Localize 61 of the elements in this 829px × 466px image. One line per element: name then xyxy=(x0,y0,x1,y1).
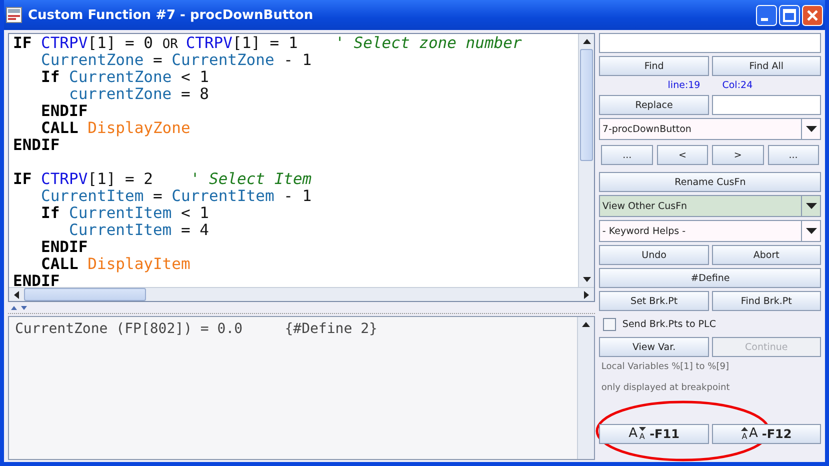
scroll-down-icon[interactable] xyxy=(582,277,591,282)
panel-button[interactable]: Find All xyxy=(712,56,822,76)
code-line: If CurrentItem < 1 xyxy=(40,205,209,222)
code-line: ENDIF xyxy=(40,239,88,256)
code-editor[interactable] xyxy=(8,33,596,302)
triangle-up-icon xyxy=(740,427,748,431)
replace-field[interactable] xyxy=(712,95,822,115)
code-line: CurrentItem = CurrentItem - 1 xyxy=(40,188,312,205)
dropdown-arrow-icon xyxy=(806,126,816,132)
dropdown-arrow-icon xyxy=(806,203,816,209)
panel-button[interactable]: View Var. xyxy=(599,337,709,357)
column-indicator: Col:24 xyxy=(722,80,753,91)
vertical-scrollbar[interactable] xyxy=(577,317,594,459)
scroll-left-icon[interactable] xyxy=(14,290,19,298)
code-line: If CurrentZone < 1 xyxy=(40,69,209,86)
vertical-scrollbar[interactable] xyxy=(578,34,594,287)
font-increase-button[interactable]: A A -F12 xyxy=(712,424,822,444)
code-line: IF CTRPV[1] = 2 ' Select Item xyxy=(13,171,312,188)
font-decrease-button[interactable]: A A -F11 xyxy=(599,424,709,444)
panel-button[interactable]: Find xyxy=(599,56,709,76)
panel-button[interactable]: #Define xyxy=(599,268,821,288)
scroll-up-icon[interactable] xyxy=(582,322,590,327)
dropdown[interactable]: - Keyword Helps - xyxy=(599,220,821,242)
hint-text: Local Variables %[1] to %[9] xyxy=(600,361,730,374)
nav-button[interactable]: ... xyxy=(768,145,819,165)
code-line: ENDIF xyxy=(13,137,60,154)
close-button[interactable] xyxy=(802,4,823,26)
dropdown[interactable]: 7-procDownButton xyxy=(599,118,821,140)
dropdown[interactable]: View Other CusFn xyxy=(599,195,821,217)
checkbox-label: Send Brk.Pts to PLC xyxy=(622,318,716,330)
code-line: CurrentZone = CurrentZone - 1 xyxy=(40,52,312,69)
dropdown-arrow-icon xyxy=(806,228,816,234)
code-line: ENDIF xyxy=(13,273,60,287)
panel-button[interactable]: Abort xyxy=(712,245,822,265)
maximize-button[interactable] xyxy=(779,4,800,26)
app-icon xyxy=(6,7,22,23)
panel-button[interactable]: Rename CusFn xyxy=(599,172,821,192)
panel-button[interactable]: Undo xyxy=(599,245,709,265)
hint-text: only displayed at breakpoint xyxy=(600,382,731,395)
scroll-right-icon[interactable] xyxy=(584,290,590,298)
window-title: Custom Function #7 - procDownButton xyxy=(28,8,314,22)
code-line: CurrentItem = 4 xyxy=(68,222,209,239)
variable-readout: CurrentZone (FP[802]) = 0.0 {#Define 2} xyxy=(14,320,378,339)
nav-button[interactable]: < xyxy=(656,145,708,165)
code-line: CALL DisplayZone xyxy=(40,120,190,137)
search-field[interactable] xyxy=(599,33,821,53)
line-indicator: line:19 xyxy=(668,80,700,91)
nav-button[interactable]: > xyxy=(712,145,764,165)
checkbox[interactable] xyxy=(603,318,616,330)
code-line: CALL DisplayItem xyxy=(40,256,190,273)
code-line: currentZone = 8 xyxy=(68,86,209,103)
panel-button[interactable]: Find Brk.Pt xyxy=(712,291,822,311)
minimize-button[interactable] xyxy=(756,4,777,26)
triangle-down-icon xyxy=(638,427,646,431)
scroll-up-icon[interactable] xyxy=(582,39,591,44)
nav-button[interactable]: ... xyxy=(601,145,653,165)
replace-button[interactable]: Replace xyxy=(599,95,709,115)
code-line: ENDIF xyxy=(40,103,88,120)
code-line: IF CTRPV[1] = 0 OR CTRPV[1] = 1 ' Select zone number xyxy=(13,35,522,52)
horizontal-scrollbar[interactable] xyxy=(9,287,594,301)
panel-button[interactable]: Set Brk.Pt xyxy=(599,291,709,311)
